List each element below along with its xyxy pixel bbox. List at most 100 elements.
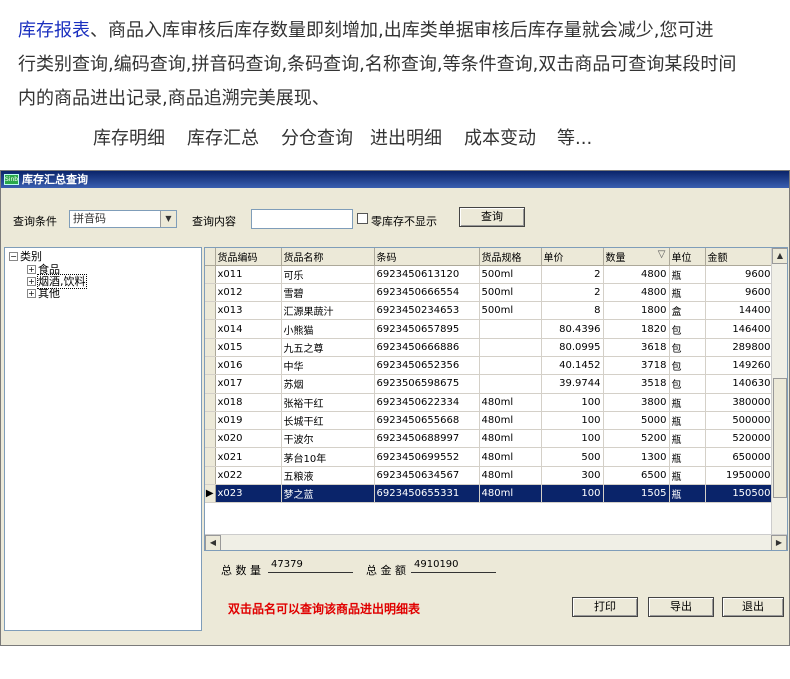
row-indicator[interactable] xyxy=(205,283,216,303)
table-cell[interactable]: 80.0995 xyxy=(541,338,604,357)
table-cell[interactable]: x022 xyxy=(215,466,282,486)
table-row[interactable]: x013 汇源果蔬汁 6923450234653 500ml 8 1800 盒 14400 xyxy=(205,301,774,321)
export-button[interactable]: 导出 xyxy=(648,597,714,617)
table-cell[interactable]: 3718 xyxy=(603,356,670,376)
table-cell[interactable]: 9600 xyxy=(705,283,774,303)
table-row[interactable]: ▶ x023 梦之蓝 6923450655331 480ml 100 1505 瓶 150500 xyxy=(205,484,774,504)
table-cell[interactable]: 100 xyxy=(541,393,604,412)
table-row[interactable]: x011 可乐 6923450613120 500ml 2 4800 瓶 9600 xyxy=(205,265,774,284)
table-cell[interactable]: x016 xyxy=(215,356,282,376)
table-cell[interactable]: 80.4396 xyxy=(541,319,604,339)
table-cell[interactable]: 100 xyxy=(541,484,604,504)
table-cell[interactable]: 五粮液 xyxy=(281,466,375,486)
table-cell[interactable]: 苏烟 xyxy=(281,374,375,394)
table-cell[interactable]: x023 xyxy=(215,484,282,504)
row-indicator[interactable] xyxy=(205,301,216,321)
table-cell[interactable]: 5000 xyxy=(603,411,670,431)
row-indicator[interactable] xyxy=(205,319,216,339)
table-cell[interactable]: 149260 xyxy=(705,356,774,376)
row-indicator[interactable]: ▶ xyxy=(205,484,216,504)
column-header-sorted[interactable]: 数量 ▽ xyxy=(603,248,670,266)
column-header[interactable]: 单位 xyxy=(669,248,706,266)
table-cell[interactable]: x014 xyxy=(215,319,282,339)
column-header[interactable]: 单价 xyxy=(541,248,604,266)
scroll-left-icon[interactable]: ◀ xyxy=(205,535,221,550)
table-cell[interactable]: 1505 xyxy=(603,484,670,504)
table-cell[interactable]: 520000 xyxy=(705,429,774,449)
table-cell[interactable]: x019 xyxy=(215,411,282,431)
table-cell[interactable]: 中华 xyxy=(281,356,375,376)
zero-stock-checkbox[interactable] xyxy=(357,213,368,224)
column-header[interactable]: 金额 xyxy=(705,248,774,266)
table-cell[interactable] xyxy=(479,356,542,376)
table-cell[interactable]: 3518 xyxy=(603,374,670,394)
table-row[interactable]: x022 五粮液 6923450634567 480ml 300 6500 瓶 1950000 xyxy=(205,466,774,486)
table-cell[interactable]: 6923450613120 xyxy=(374,265,480,284)
table-cell[interactable]: 干波尔 xyxy=(281,429,375,449)
table-cell[interactable]: 2 xyxy=(541,265,604,284)
table-cell[interactable]: 14400 xyxy=(705,301,774,321)
table-cell[interactable]: 包 xyxy=(669,338,706,357)
table-cell[interactable]: 500ml xyxy=(479,283,542,303)
table-cell[interactable]: 500ml xyxy=(479,265,542,284)
table-cell[interactable]: 2 xyxy=(541,283,604,303)
table-cell[interactable]: 1800 xyxy=(603,301,670,321)
row-indicator[interactable] xyxy=(205,393,216,412)
table-cell[interactable]: 289800 xyxy=(705,338,774,357)
table-cell[interactable] xyxy=(479,338,542,357)
table-cell[interactable]: 140630 xyxy=(705,374,774,394)
table-row[interactable]: x015 九五之尊 6923450666886 80.0995 3618 包 289800 xyxy=(205,338,774,357)
table-row[interactable]: x012 雪碧 6923450666554 500ml 2 4800 瓶 9600 xyxy=(205,283,774,303)
scroll-thumb[interactable] xyxy=(773,378,787,498)
exit-button[interactable]: 退出 xyxy=(722,597,784,617)
vertical-scrollbar[interactable]: ▲ xyxy=(771,248,787,534)
query-content-input[interactable] xyxy=(251,209,353,229)
dropdown-arrow-icon[interactable]: ▼ xyxy=(160,211,176,227)
table-cell[interactable]: x013 xyxy=(215,301,282,321)
expand-icon[interactable]: + xyxy=(27,265,36,274)
table-cell[interactable]: 500000 xyxy=(705,411,774,431)
table-cell[interactable]: 6923506598675 xyxy=(374,374,480,394)
table-cell[interactable]: 瓶 xyxy=(669,411,706,431)
table-cell[interactable]: 包 xyxy=(669,374,706,394)
table-cell[interactable]: 8 xyxy=(541,301,604,321)
table-cell[interactable]: 6923450652356 xyxy=(374,356,480,376)
table-cell[interactable]: 650000 xyxy=(705,447,774,467)
expand-icon[interactable]: + xyxy=(27,289,36,298)
row-indicator[interactable] xyxy=(205,411,216,431)
column-header[interactable]: 货品名称 xyxy=(281,248,375,266)
table-cell[interactable]: x017 xyxy=(215,374,282,394)
row-indicator[interactable] xyxy=(205,356,216,376)
table-cell[interactable]: 6923450622334 xyxy=(374,393,480,412)
table-cell[interactable]: 包 xyxy=(669,356,706,376)
table-cell[interactable]: 6923450688997 xyxy=(374,429,480,449)
table-cell[interactable]: 瓶 xyxy=(669,447,706,467)
query-button[interactable]: 查询 xyxy=(459,207,525,227)
table-cell[interactable]: 可乐 xyxy=(281,265,375,284)
scroll-right-icon[interactable]: ▶ xyxy=(771,535,787,550)
table-row[interactable]: x021 茅台10年 6923450699552 480ml 500 1300 瓶 65000… xyxy=(205,447,774,467)
table-cell[interactable]: 盒 xyxy=(669,301,706,321)
table-cell[interactable] xyxy=(479,374,542,394)
table-cell[interactable]: 480ml xyxy=(479,466,542,486)
table-cell[interactable]: 500 xyxy=(541,447,604,467)
table-cell[interactable]: 380000 xyxy=(705,393,774,412)
table-cell[interactable]: 5200 xyxy=(603,429,670,449)
column-header[interactable]: 货品编码 xyxy=(215,248,282,266)
table-cell[interactable]: x012 xyxy=(215,283,282,303)
table-cell[interactable]: 6923450699552 xyxy=(374,447,480,467)
table-cell[interactable]: 1950000 xyxy=(705,466,774,486)
table-cell[interactable]: 9600 xyxy=(705,265,774,284)
table-cell[interactable]: 4800 xyxy=(603,265,670,284)
table-cell[interactable]: 3618 xyxy=(603,338,670,357)
table-cell[interactable]: 6923450657895 xyxy=(374,319,480,339)
table-cell[interactable]: 6923450655331 xyxy=(374,484,480,504)
table-cell[interactable]: 张裕干红 xyxy=(281,393,375,412)
column-header[interactable]: 条码 xyxy=(374,248,480,266)
table-row[interactable]: x014 小熊猫 6923450657895 80.4396 1820 包 146400 xyxy=(205,319,774,339)
table-cell[interactable]: 瓶 xyxy=(669,283,706,303)
table-cell[interactable]: 瓶 xyxy=(669,466,706,486)
table-cell[interactable]: x021 xyxy=(215,447,282,467)
row-indicator[interactable] xyxy=(205,447,216,467)
table-cell[interactable]: 6923450655668 xyxy=(374,411,480,431)
